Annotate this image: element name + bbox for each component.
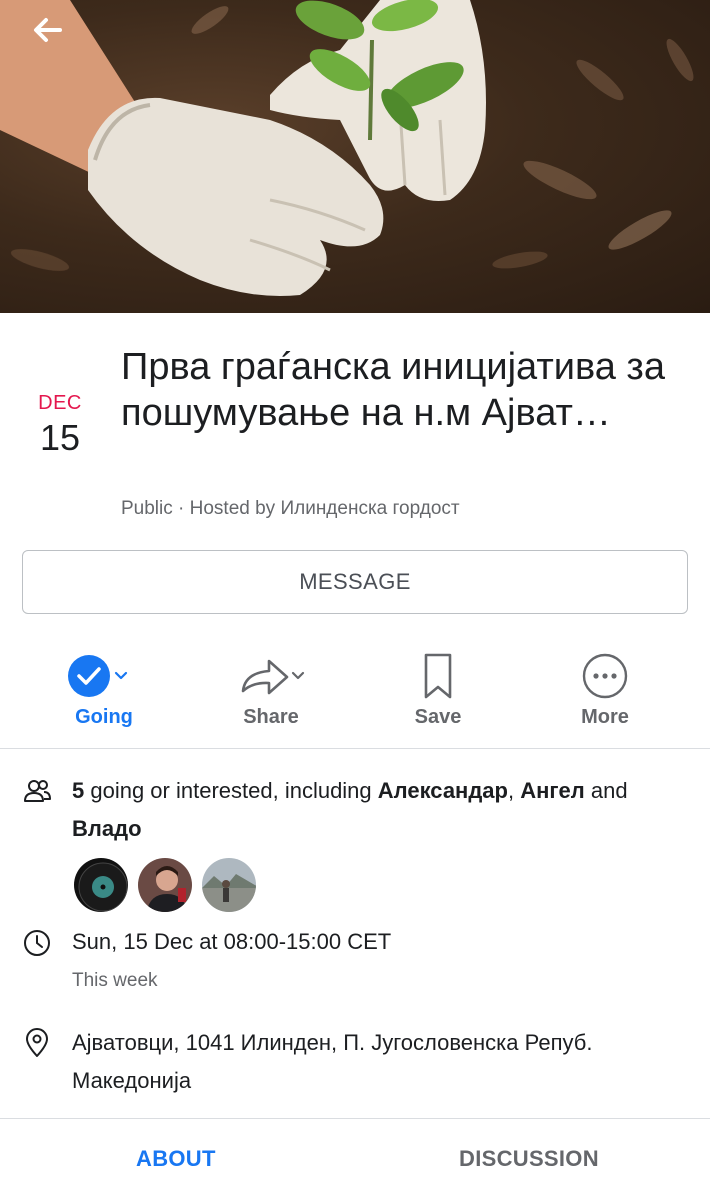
- share-button[interactable]: Share: [201, 648, 341, 729]
- going-button[interactable]: Going: [34, 648, 174, 729]
- going-name-2[interactable]: Ангел: [520, 778, 585, 803]
- chevron-down-icon: [291, 671, 305, 680]
- going-label: Going: [75, 706, 133, 728]
- check-circle-icon: [68, 655, 128, 697]
- going-name-1[interactable]: Александар: [378, 778, 508, 803]
- going-and: and: [584, 778, 628, 803]
- avatar[interactable]: [72, 856, 130, 914]
- event-title: Прва граѓанска иницијатива за пошумување…: [121, 346, 665, 434]
- clock-icon: [22, 928, 52, 958]
- event-actions: Going Share Save More: [0, 648, 710, 738]
- more-label: More: [581, 706, 629, 728]
- event-date-day: 15: [39, 417, 81, 458]
- location-pin-icon: [22, 1028, 52, 1058]
- avatar[interactable]: [200, 856, 258, 914]
- share-arrow-icon: [241, 659, 305, 695]
- divider: [0, 748, 710, 749]
- tab-discussion[interactable]: DISCUSSION: [459, 1146, 599, 1172]
- event-time-relative: This week: [72, 970, 158, 991]
- chevron-down-icon: [114, 671, 128, 680]
- event-time[interactable]: Sun, 15 Dec at 08:00-15:00 CET: [72, 926, 391, 958]
- back-button[interactable]: [30, 14, 74, 50]
- cover-illustration: [0, 0, 694, 297]
- going-separator: ,: [507, 778, 521, 803]
- bookmark-icon: [424, 653, 452, 699]
- going-summary[interactable]: 5 going or interested, including Алексан…: [72, 772, 692, 848]
- event-subtitle: Public · Hosted by Илинденска гордост: [121, 498, 460, 519]
- going-text: going or interested, including: [84, 778, 378, 803]
- people-icon: [22, 776, 52, 806]
- going-count: 5: [72, 778, 85, 803]
- tab-about[interactable]: ABOUT: [136, 1146, 216, 1172]
- share-label: Share: [243, 706, 299, 728]
- save-button[interactable]: Save: [368, 648, 508, 729]
- going-name-3[interactable]: Владо: [72, 816, 142, 841]
- divider: [0, 1118, 710, 1119]
- avatar[interactable]: [136, 856, 194, 914]
- more-dots-icon: [582, 653, 628, 699]
- message-button[interactable]: MESSAGE: [22, 550, 688, 614]
- more-button[interactable]: More: [535, 648, 675, 729]
- save-label: Save: [414, 706, 462, 728]
- event-date-month: DEC: [38, 392, 82, 414]
- back-arrow-icon: [34, 18, 62, 42]
- event-cover-photo: [0, 0, 710, 313]
- event-date: DEC 15: [26, 392, 94, 459]
- event-tabs: ABOUT DISCUSSION: [0, 1120, 710, 1200]
- event-location[interactable]: Ајватовци, 1041 Илинден, П. Југословенск…: [72, 1024, 692, 1100]
